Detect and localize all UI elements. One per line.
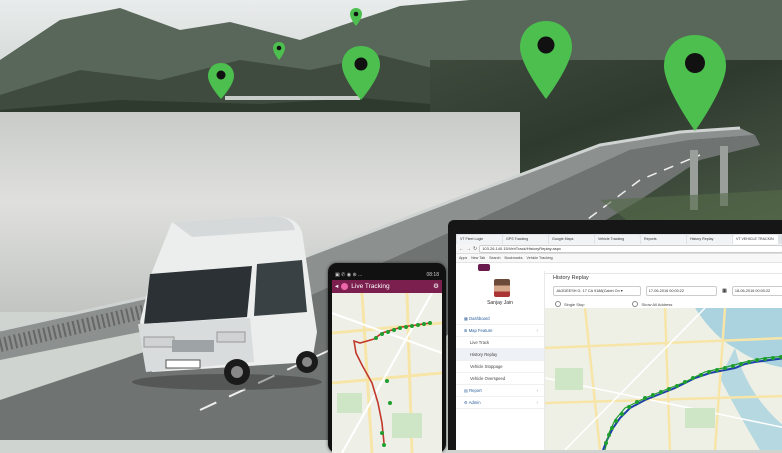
laptop-screen: VT Fleet Login GPS Tracking Google Maps …: [456, 234, 782, 450]
browser-tab[interactable]: Vehicle Tracking: [595, 235, 640, 244]
app-logo-icon: [341, 283, 349, 290]
radio-label: Show All Address: [641, 301, 673, 307]
sidebar-item-dashboard[interactable]: ▦ Dashboard: [456, 313, 544, 325]
map-pin-icon: [664, 35, 726, 131]
sidebar-item-history-replay[interactable]: History Replay: [456, 349, 544, 361]
forward-arrow-icon[interactable]: →: [466, 246, 471, 252]
from-date-field[interactable]: 17-06-2016 00:00:22: [645, 286, 718, 296]
bookmark-item[interactable]: Vehicle Tracking: [527, 254, 553, 262]
gear-icon[interactable]: ⚙: [433, 280, 442, 293]
bookmark-item[interactable]: New Tab: [471, 254, 485, 262]
to-date-field[interactable]: 18-06-2016 00:00:22: [731, 286, 782, 296]
chevron-left-icon: ‹: [536, 388, 538, 393]
filter-bar: JAGDEESH G. 17 CA 9188(Cabin On ▾ 17-06-…: [545, 285, 782, 297]
back-arrow-icon[interactable]: ◂: [335, 280, 338, 293]
bookmark-item[interactable]: Bookmarks: [505, 254, 523, 262]
map-pin-icon: [342, 46, 380, 100]
user-name: Sanjay Jain: [487, 300, 513, 306]
url-input[interactable]: 103.26.140.15/VehTrack/HistoryReplay.asp…: [479, 244, 782, 253]
sidebar-item-admin[interactable]: ⚙ Admin ‹: [456, 397, 544, 409]
browser-tab-bar: VT Fleet Login GPS Tracking Google Maps …: [456, 234, 782, 244]
map-pin-icon: [273, 42, 285, 60]
show-all-address-radio[interactable]: Show All Address: [632, 301, 672, 307]
single-stop-radio[interactable]: Single Stop: [555, 301, 584, 307]
avatar: [494, 279, 510, 297]
phone-app-bar: ◂ Live Tracking ⚙: [332, 280, 442, 293]
map-pin-icon: [520, 21, 572, 99]
brand-logo[interactable]: [478, 264, 490, 271]
map-pin-icon: [350, 8, 362, 26]
phone-live-map[interactable]: [332, 293, 442, 453]
browser-tab[interactable]: History Replay: [687, 235, 732, 244]
sidebar-item-live-track[interactable]: Live Track: [456, 337, 544, 349]
browser-tab[interactable]: Google Maps: [549, 235, 594, 244]
chevron-left-icon: ‹: [536, 328, 538, 333]
chevron-left-icon: ‹: [536, 400, 538, 405]
sidebar-item-label: Vehicle Overspeed: [470, 376, 506, 381]
camper-van: [132, 216, 322, 390]
browser-tab[interactable]: Reports: [641, 235, 686, 244]
status-time: 08:18: [426, 272, 439, 278]
address-bar: ← → ↻ 103.26.140.15/VehTrack/HistoryRepl…: [456, 244, 782, 254]
vehicle-select[interactable]: JAGDEESH G. 17 CA 9188(Cabin On ▾: [553, 286, 641, 296]
phone-screen: ▣ ✆ ◉ ⊕ ... 08:18 ◂ Live Tracking ⚙: [332, 271, 442, 453]
smartphone: ▣ ✆ ◉ ⊕ ... 08:18 ◂ Live Tracking ⚙: [328, 263, 446, 453]
sidebar-item-label: Map Feature: [468, 328, 493, 333]
sidebar-item-vehicle-stoppage[interactable]: Vehicle Stoppage: [456, 361, 544, 373]
back-arrow-icon[interactable]: ←: [459, 246, 464, 252]
radio-label: Single Stop: [564, 301, 585, 307]
sidebar-item-label: Vehicle Stoppage: [470, 364, 503, 369]
browser-tab-active[interactable]: VT VEHICLE TRACKIN: [733, 235, 778, 244]
sidebar-item-label: Admin: [468, 400, 481, 405]
bookmark-item[interactable]: Search: [489, 254, 500, 262]
history-replay-map[interactable]: [545, 308, 782, 450]
browser-tab[interactable]: GPS Tracking: [503, 235, 548, 244]
sidebar-menu: ▦ Dashboard ⊞ Map Feature ‹ Live Track Hi…: [456, 313, 544, 409]
laptop: VT Fleet Login GPS Tracking Google Maps …: [448, 220, 782, 450]
sidebar-item-vehicle-overspeed[interactable]: Vehicle Overspeed: [456, 373, 544, 385]
status-icons: ▣ ✆ ◉ ⊕ ...: [335, 272, 363, 278]
sidebar-item-label: Dashboard: [469, 316, 490, 321]
main-content: History Replay JAGDEESH G. 17 CA 9188(Ca…: [545, 271, 782, 450]
sidebar-item-report[interactable]: ▤ Report ‹: [456, 385, 544, 397]
bookmark-item[interactable]: Apps: [459, 254, 467, 262]
sidebar-item-label: Report: [469, 388, 482, 393]
sidebar-item-map-feature[interactable]: ⊞ Map Feature ‹: [456, 325, 544, 337]
reload-icon[interactable]: ↻: [473, 246, 477, 252]
bookmarks-bar: Apps New Tab Search Bookmarks Vehicle Tr…: [456, 254, 782, 263]
phone-app-title: Live Tracking: [351, 283, 390, 290]
phone-status-bar: ▣ ✆ ◉ ⊕ ... 08:18: [332, 271, 442, 280]
page-title: History Replay: [553, 275, 589, 281]
calendar-icon[interactable]: ▦: [722, 288, 727, 294]
sidebar-item-label: Live Track: [470, 340, 490, 345]
map-pin-icon: [208, 63, 234, 99]
radio-icon: [555, 301, 561, 307]
browser-tab[interactable]: VT Fleet Login: [457, 235, 502, 244]
sidebar: Sanjay Jain ▦ Dashboard ⊞ Map Feature ‹ L…: [456, 271, 545, 450]
radio-icon: [632, 301, 639, 307]
sidebar-item-label: History Replay: [470, 352, 498, 357]
